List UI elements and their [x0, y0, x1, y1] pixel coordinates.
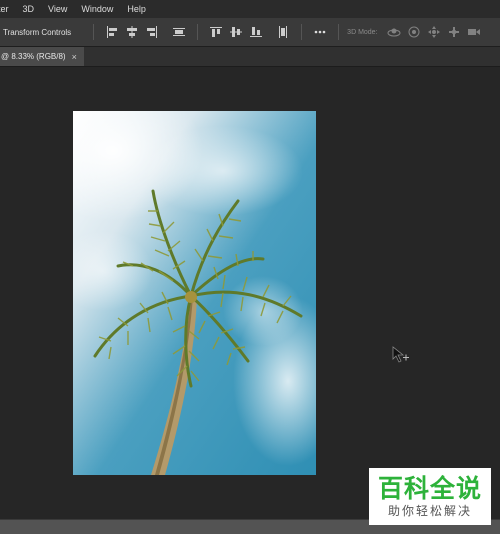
menu-window[interactable]: Window: [74, 4, 120, 14]
align-top-icon[interactable]: [209, 25, 223, 39]
close-icon[interactable]: ×: [72, 52, 77, 62]
canvas-area[interactable]: [0, 67, 500, 519]
menu-bar: ter 3D View Window Help: [0, 0, 500, 18]
document-tab-title: @ 8.33% (RGB/8): [1, 52, 66, 61]
separator: [93, 24, 95, 40]
palm-tree-photo: [73, 111, 316, 475]
camera-3d-icon[interactable]: [467, 25, 481, 39]
distribute-vertical-icon[interactable]: [276, 25, 290, 39]
pan-3d-icon[interactable]: [427, 25, 441, 39]
menu-3d[interactable]: 3D: [16, 4, 42, 14]
orbit-3d-icon[interactable]: [387, 25, 401, 39]
align-left-icon[interactable]: [105, 25, 119, 39]
options-bar: Transform Controls 3D Mode:: [0, 18, 500, 47]
align-right-icon[interactable]: [145, 25, 159, 39]
roll-3d-icon[interactable]: [407, 25, 421, 39]
distribute-icon[interactable]: [172, 25, 186, 39]
menu-help[interactable]: Help: [120, 4, 153, 14]
more-icon[interactable]: [313, 25, 327, 39]
document-tab[interactable]: @ 8.33% (RGB/8) ×: [0, 47, 84, 66]
separator: [197, 24, 199, 40]
cursor-icon: [392, 346, 409, 363]
transform-controls-label[interactable]: Transform Controls: [3, 28, 71, 37]
3d-mode-label: 3D Mode:: [347, 28, 378, 36]
watermark-logo: 百科全说 助你轻松解决: [369, 468, 491, 525]
align-center-icon[interactable]: [125, 25, 139, 39]
align-bottom-icon[interactable]: [249, 25, 263, 39]
document-tab-bar: @ 8.33% (RGB/8) ×: [0, 47, 500, 67]
align-middle-icon[interactable]: [229, 25, 243, 39]
slide-3d-icon[interactable]: [447, 25, 461, 39]
separator: [338, 24, 340, 40]
menu-filter[interactable]: ter: [0, 4, 16, 14]
menu-view[interactable]: View: [41, 4, 74, 14]
separator: [301, 24, 303, 40]
document-image[interactable]: [73, 111, 316, 475]
watermark-subtitle: 助你轻松解决: [387, 503, 472, 518]
watermark-title: 百科全说: [377, 473, 482, 503]
